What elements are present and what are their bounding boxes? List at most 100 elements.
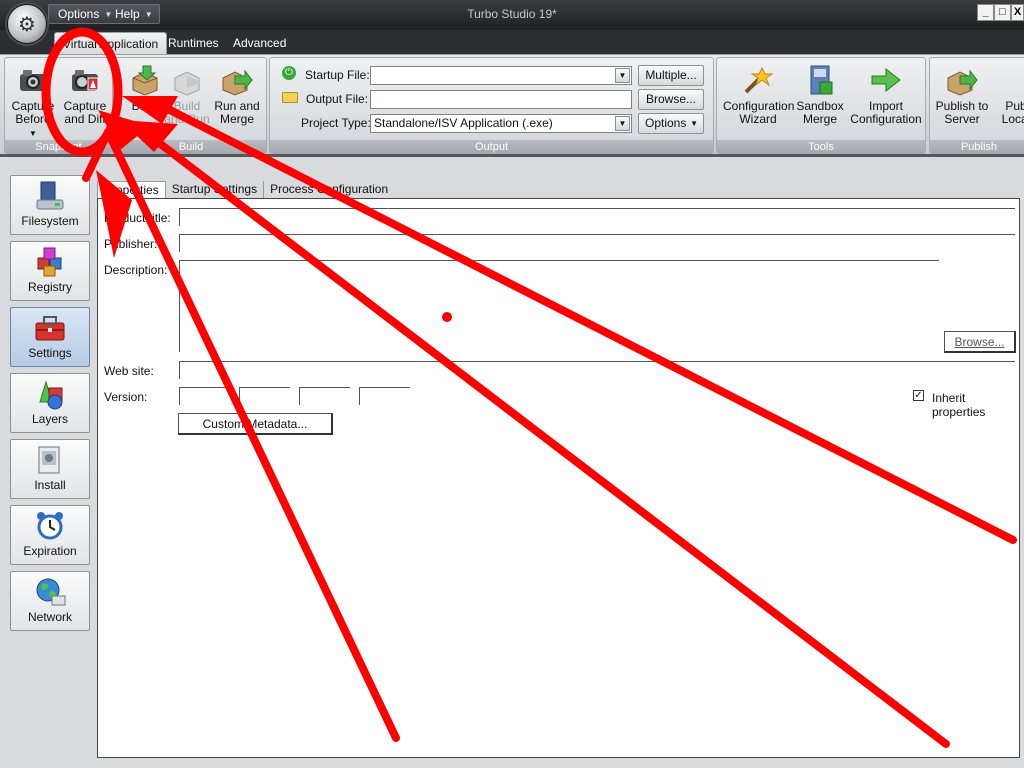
properties-panel: Product title: Publisher: Description: B… [97,198,1020,758]
tab-properties[interactable]: Properties [97,181,166,199]
chevron-down-icon[interactable]: ▼ [615,116,630,131]
output-file-input[interactable] [370,90,632,109]
tab-virtual-application[interactable]: Virtual Application [54,32,168,54]
run-and-merge-label2: Merge [219,112,254,126]
ribbon: Capture Before ▼ Capture and Diff Snapsh… [0,54,1024,155]
configuration-wizard-button[interactable]: Configuration Wizard [723,62,795,130]
configuration-wizard-label1: Configuration [723,99,795,113]
output-group-label: Output [270,140,713,154]
import-configuration-button[interactable]: Import Configuration [849,62,923,130]
startup-file-label: Startup File: [305,68,370,82]
import-configuration-label2: Configuration [850,112,922,126]
description-browse-button[interactable]: Browse... [944,331,1016,353]
import-configuration-label1: Import [868,99,903,113]
run-merge-icon [222,69,253,96]
window-title: Turbo Studio 19* [467,7,557,21]
product-title-input[interactable] [179,208,1015,226]
sidebar-item-label: Network [27,610,72,624]
title-bar: ⚙ Options ▼ Help ▼ Turbo Studio 19* _ □ X [0,0,1024,44]
tab-runtimes[interactable]: Runtimes [160,32,227,54]
folder-icon [282,92,298,103]
sandbox-merge-icon [810,65,833,95]
tab-process-configuration[interactable]: Process Configuration [264,181,394,199]
publish-to-server-label2: Server [944,112,980,126]
snapshot-group: Capture Before ▼ Capture and Diff Snapsh… [4,57,113,155]
chevron-down-icon: ▼ [29,129,37,138]
startup-file-dropdown[interactable] [370,66,632,85]
run-and-merge-button[interactable]: Run and Merge [210,62,264,130]
sandbox-merge-label1: Sandbox [796,99,844,113]
publish-group-label: Publish [930,140,1024,154]
browse-output-button[interactable]: Browse... [638,89,704,110]
version-revision-input[interactable] [359,387,410,405]
website-input[interactable] [179,361,1015,379]
sidebar-item-network[interactable]: Network [10,571,90,631]
publish-server-icon [947,69,978,96]
inherit-properties-label: Inherit properties [932,391,986,419]
sidebar-item-label: Filesystem [21,214,79,228]
version-major-input[interactable] [179,387,230,405]
custom-metadata-button[interactable]: Custom Metadata... [178,413,333,435]
main-content: Filesystem Registry Settings Layers Inst… [0,154,1024,768]
output-file-label: Output File: [306,92,369,106]
configuration-wizard-label2: Wizard [739,112,777,126]
snapshot-group-label: Snapshot [5,140,112,154]
version-label: Version: [104,390,148,404]
capture-before-button[interactable]: Capture Before ▼ [6,62,60,138]
output-group: ⏻ Startup File: ▼ Multiple... Output Fil… [269,57,714,155]
publisher-input[interactable] [179,234,1015,252]
minimize-button[interactable]: _ [977,4,994,21]
build-group: Build Build and Run Run and Merge Build [115,57,267,155]
sandbox-merge-label2: Merge [802,112,837,126]
sidebar-item-label: Settings [28,346,72,360]
sidebar-item-filesystem[interactable]: Filesystem [10,175,90,235]
build-label1: Build [131,99,159,113]
sidebar-item-label: Install [34,478,66,492]
sandbox-merge-button[interactable]: Sandbox Merge [795,62,845,130]
camera-diff-icon [72,70,99,91]
sidebar-item-install[interactable]: Install [10,439,90,499]
capture-before-label2: Before [15,112,51,126]
import-icon [871,67,901,93]
sidebar-item-expiration[interactable]: Expiration [10,505,90,565]
sidebar-item-registry[interactable]: Registry [10,241,90,301]
maximize-button[interactable]: □ [994,4,1011,21]
toolbox-icon [35,316,65,341]
options-button-label: Options [645,116,687,130]
options-button[interactable]: Options ▼ [638,113,704,134]
alarm-clock-icon [37,512,63,540]
settings-subtabs: Properties Startup Settings Process Conf… [97,181,394,199]
registry-icon [37,247,62,277]
version-minor-input[interactable] [239,387,290,405]
publish-to-server-button[interactable]: Publish to Server [932,62,992,130]
sidebar-item-label: Expiration [23,544,77,558]
project-type-label: Project Type: [301,116,371,130]
install-icon [38,446,60,474]
camera-icon [20,70,46,91]
inherit-properties-checkbox[interactable]: ✓ [913,390,924,401]
sidebar-item-settings[interactable]: Settings [10,307,90,367]
publish-to-server-label1: Publish to [935,99,989,113]
app-menu-orb-icon[interactable]: ⚙ [7,4,47,44]
product-title-label: Product title: [104,211,171,225]
globe-network-icon [36,578,66,606]
build-and-run-button[interactable]: Build and Run [160,62,214,130]
tab-advanced[interactable]: Advanced [225,32,294,54]
chevron-down-icon[interactable]: ▼ [615,68,630,83]
chevron-down-icon: ▼ [690,119,698,128]
description-label: Description: [104,263,168,277]
publish-local-button[interactable]: Pub Local [996,62,1024,130]
sidebar-item-label: Layers [31,412,69,426]
tab-startup-settings[interactable]: Startup Settings [166,181,265,199]
project-type-dropdown[interactable]: Standalone/ISV Application (.exe) [370,114,632,133]
capture-and-diff-button[interactable]: Capture and Diff [58,62,112,130]
tools-group: Configuration Wizard Sandbox Merge Impor… [716,57,926,155]
build-box-icon [132,65,158,96]
publish-group: Publish to Server Pub Local Publish [929,57,1024,155]
close-button[interactable]: X [1011,4,1024,21]
version-build-input[interactable] [299,387,350,405]
sidebar-item-layers[interactable]: Layers [10,373,90,433]
wand-icon [744,66,774,94]
multiple-button[interactable]: Multiple... [638,65,704,86]
description-textarea[interactable] [179,260,939,352]
